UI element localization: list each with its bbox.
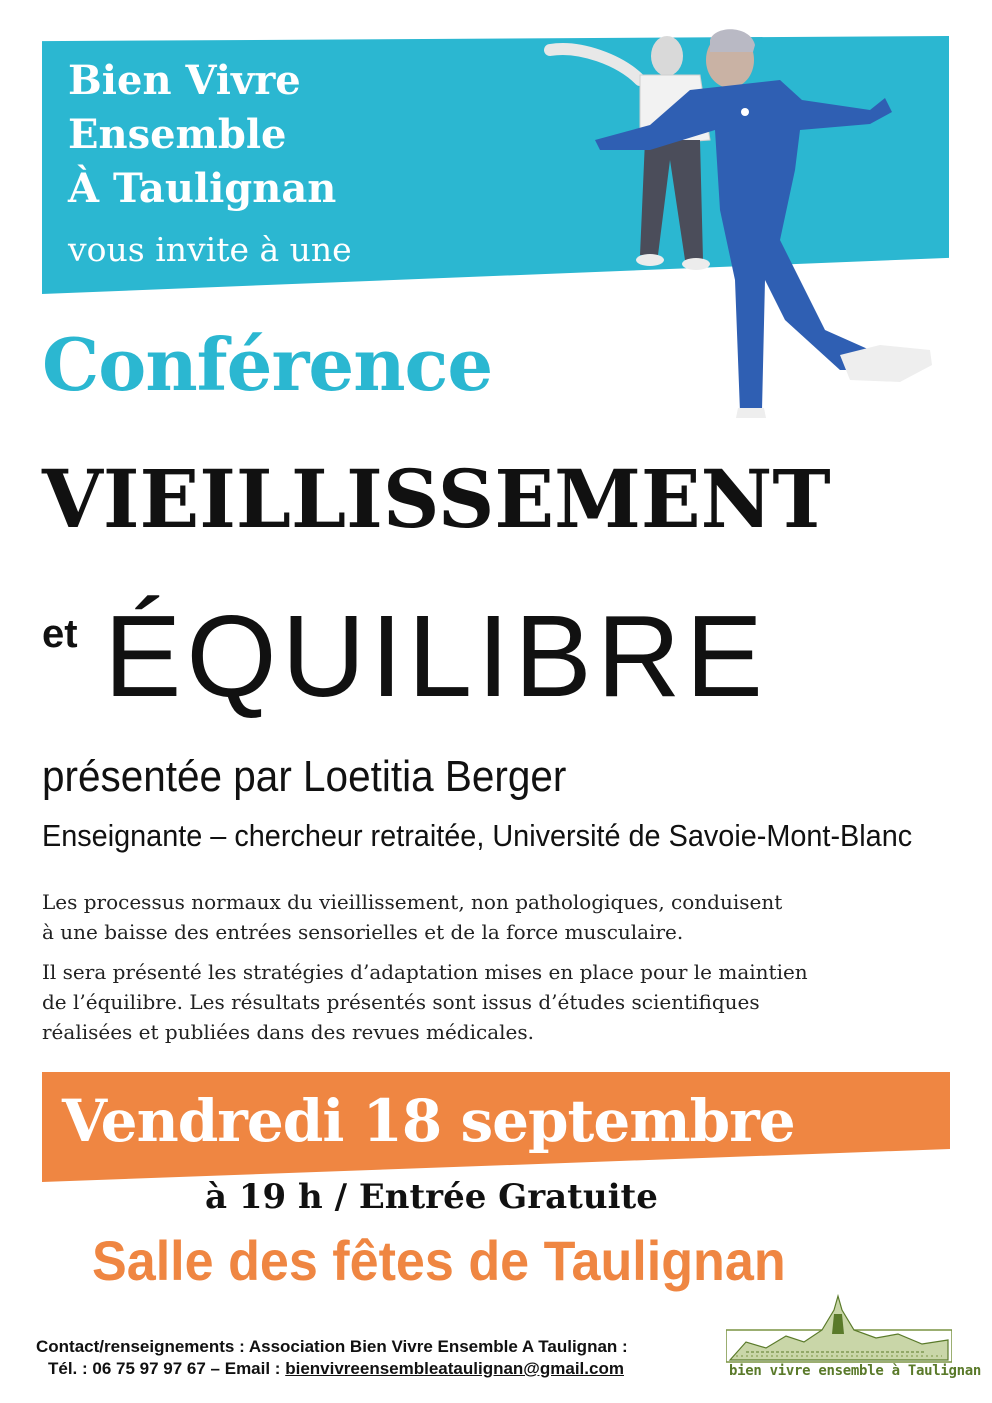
contact-line: Contact/renseignements : Association Bie… (36, 1337, 628, 1356)
event-title-second: ÉQUILIBRE (104, 591, 768, 721)
event-type: Conférence (42, 322, 493, 407)
description-p1-line2: à une baisse des entrées sensorielles et… (42, 920, 684, 944)
org-name-line-1: Bien Vivre (68, 57, 301, 104)
event-venue: Salle des fêtes de Taulignan (92, 1229, 786, 1292)
invite-text: vous invite à une (68, 230, 352, 269)
event-time: à 19 h / Entrée Gratuite (205, 1177, 658, 1217)
description-p2-line2: de l’équilibre. Les résultats présentés … (42, 990, 760, 1014)
dancers-illustration (544, 29, 932, 418)
description-p2-line1: Il sera présenté les stratégies d’adapta… (42, 960, 808, 984)
description-p2-line3: réalisées et publiées dans des revues mé… (42, 1020, 534, 1044)
presenter-name: présentée par Loetitia Berger (42, 752, 567, 801)
event-title-et: et (42, 612, 78, 656)
event-title-main: VIEILLISSEMENT (42, 452, 831, 546)
event-date: Vendredi 18 septembre (62, 1087, 796, 1155)
contact-email-link[interactable]: bienvivreensembleataulignan@gmail.com (285, 1359, 624, 1378)
contact-phone: Tél. : 06 75 97 97 67 – Email : (48, 1359, 281, 1378)
org-name-line-2: Ensemble (68, 111, 287, 158)
org-name-line-3: À Taulignan (68, 165, 337, 212)
description-p1-line1: Les processus normaux du vieillissement,… (42, 890, 783, 914)
presenter-role: Enseignante – chercheur retraitée, Unive… (42, 818, 913, 853)
logo-text: bien vivre ensemble à Taulignan (729, 1363, 981, 1379)
contact-phone-email: Tél. : 06 75 97 97 67 – Email : bienvivr… (48, 1359, 624, 1379)
